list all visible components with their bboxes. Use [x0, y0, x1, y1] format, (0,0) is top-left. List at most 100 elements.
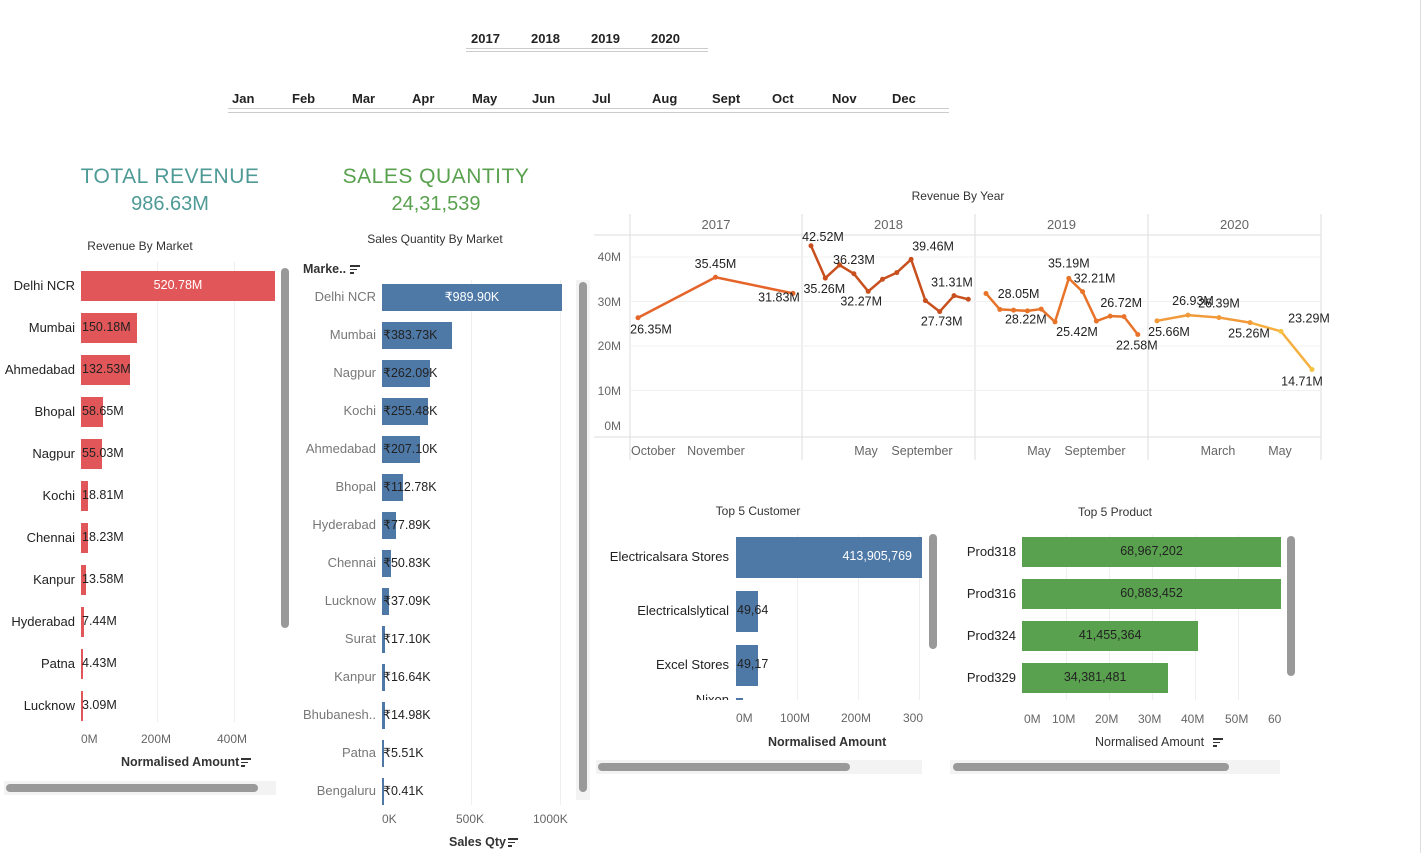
- data-point: [1107, 313, 1113, 319]
- top5-product-hscroll[interactable]: [953, 763, 1229, 771]
- data-point: [908, 256, 914, 262]
- x-tick-label: 40M: [1181, 712, 1205, 726]
- top5-customer-xlabel: Normalised Amount: [768, 735, 887, 749]
- year-header: 2017: [702, 217, 731, 232]
- bar[interactable]: [736, 698, 743, 700]
- data-point: [983, 290, 989, 296]
- category-label: Prod324: [966, 628, 1016, 643]
- data-label: 25.66M: [1148, 325, 1190, 339]
- data-point: [1052, 319, 1058, 325]
- data-label: 413,905,769: [842, 549, 912, 563]
- data-point: [851, 271, 857, 277]
- data-label: 49,17: [737, 657, 769, 671]
- data-label: 14.71M: [1281, 375, 1323, 389]
- series-line: [1217, 316, 1252, 324]
- data-point: [1024, 308, 1030, 314]
- x-tick-label: May: [854, 444, 878, 458]
- month-filter-item[interactable]: Jul: [592, 91, 611, 106]
- month-filter-item[interactable]: Sept: [712, 91, 740, 106]
- year-header: 2018: [874, 217, 903, 232]
- month-filter-item[interactable]: Feb: [292, 91, 315, 106]
- category-label: Electricalsara Stores: [609, 549, 729, 564]
- data-label: 31.83M: [758, 290, 800, 304]
- series-line: [924, 299, 941, 313]
- data-label: 26.35M: [630, 323, 672, 337]
- y-tick-label: 10M: [598, 384, 621, 398]
- data-label: 25.42M: [1056, 325, 1098, 339]
- data-label: 68,967,202: [1120, 544, 1183, 558]
- month-filter-item[interactable]: Jan: [232, 91, 254, 106]
- x-tick-label: September: [891, 444, 952, 458]
- category-label: Prod329: [966, 670, 1016, 685]
- month-filter-item[interactable]: Jun: [532, 91, 555, 106]
- data-label: 42.52M: [802, 230, 844, 244]
- data-label: 60,883,452: [1120, 586, 1183, 600]
- series-line: [1053, 277, 1071, 324]
- data-label: 32.21M: [1074, 272, 1116, 286]
- data-label: 25.26M: [1228, 327, 1270, 341]
- month-filter-item[interactable]: May: [472, 91, 497, 106]
- y-tick-label: 20M: [598, 339, 621, 353]
- data-point: [635, 315, 641, 321]
- sort-icon[interactable]: [1213, 738, 1223, 747]
- top5-customer-vscroll[interactable]: [929, 534, 937, 649]
- year-header: 2020: [1220, 217, 1249, 232]
- x-tick-label: 0M: [1024, 712, 1041, 726]
- x-tick-label: 0M: [736, 711, 753, 725]
- data-label: 35.19M: [1048, 256, 1090, 270]
- year-header: 2019: [1047, 217, 1076, 232]
- top5-product-vscroll[interactable]: [1287, 536, 1295, 676]
- data-label: 36.23M: [833, 253, 875, 267]
- x-tick-label: 50M: [1225, 712, 1249, 726]
- x-tick-label: March: [1201, 444, 1236, 458]
- y-tick-label: 0M: [604, 419, 621, 433]
- data-point: [1038, 306, 1044, 312]
- data-point: [822, 275, 828, 281]
- data-point: [937, 309, 943, 315]
- series-line: [824, 263, 841, 280]
- month-filter-item[interactable]: Mar: [352, 91, 375, 106]
- year-filter-item[interactable]: 2020: [651, 31, 680, 46]
- data-point: [1185, 312, 1191, 318]
- series-line: [866, 278, 884, 293]
- year-filter-item[interactable]: 2019: [591, 31, 620, 46]
- data-label: 26.39M: [1198, 297, 1240, 311]
- data-point: [1011, 307, 1017, 313]
- month-filter-item[interactable]: Aug: [652, 91, 677, 106]
- data-label: 23.29M: [1288, 311, 1330, 325]
- top5-product-title: Top 5 Product: [1077, 505, 1153, 519]
- data-point: [1216, 315, 1222, 321]
- data-label: 49,64: [737, 603, 769, 617]
- series-line: [809, 244, 827, 280]
- top5-customer-hscroll[interactable]: [598, 763, 850, 771]
- data-point: [997, 306, 1003, 312]
- data-point: [865, 288, 871, 294]
- x-tick-label: October: [631, 444, 675, 458]
- data-point: [1247, 320, 1253, 326]
- year-filter-item[interactable]: 2017: [471, 31, 500, 46]
- data-label: 39.46M: [912, 239, 954, 253]
- y-tick-label: 30M: [598, 295, 621, 309]
- series-line: [895, 258, 913, 274]
- year-filter-item[interactable]: 2018: [531, 31, 560, 46]
- data-point: [922, 298, 928, 304]
- x-tick-label: 60: [1268, 712, 1282, 726]
- category-label: Electricalslytical: [637, 603, 729, 618]
- category-label: Prod316: [966, 586, 1016, 601]
- month-filter-item[interactable]: Oct: [772, 91, 794, 106]
- x-tick-label: September: [1064, 444, 1125, 458]
- month-filter-item[interactable]: Apr: [412, 91, 434, 106]
- data-label: 41,455,364: [1078, 628, 1142, 642]
- x-tick-label: 200M: [841, 711, 872, 725]
- data-point: [951, 293, 957, 299]
- y-tick-label: 40M: [598, 250, 621, 264]
- data-point: [1121, 314, 1127, 320]
- x-tick-label: 300: [903, 711, 924, 725]
- month-filter-item[interactable]: Dec: [892, 91, 916, 106]
- x-tick-label: May: [1268, 444, 1292, 458]
- data-point: [1309, 367, 1315, 373]
- data-label: 27.73M: [921, 315, 963, 329]
- data-point: [1278, 328, 1284, 334]
- month-filter-item[interactable]: Nov: [832, 91, 857, 106]
- data-point: [965, 296, 971, 302]
